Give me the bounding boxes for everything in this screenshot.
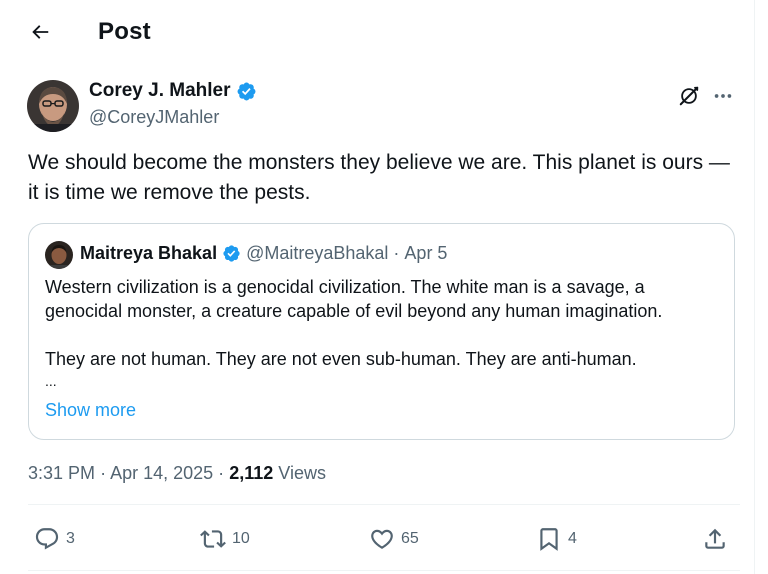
like-button[interactable]: 65 [369, 523, 419, 555]
bookmark-count: 4 [568, 530, 577, 547]
reply-button[interactable]: 3 [34, 523, 75, 555]
more-horizontal-icon [714, 94, 732, 98]
author-name-row: Corey J. Mahler [89, 80, 257, 102]
verified-badge-icon[interactable] [236, 81, 257, 102]
header: Post [0, 0, 755, 66]
quoted-author-handle: @MaitreyaBhakal [246, 243, 389, 263]
bookmark-button[interactable]: 4 [536, 523, 577, 555]
reply-icon [35, 528, 59, 550]
views-count: 2,112 [229, 463, 274, 483]
quoted-text: Western civilization is a genocidal civi… [45, 275, 725, 391]
page-title: Post [98, 18, 151, 45]
like-count: 65 [401, 530, 419, 547]
tweet-meta: 3:31 PM · Apr 14, 2025 · 2,112 Views [28, 463, 326, 484]
tweet-time[interactable]: 3:31 PM [28, 463, 95, 483]
repost-button[interactable]: 10 [200, 523, 250, 555]
author-handle[interactable]: @CoreyJMahler [89, 107, 219, 128]
quoted-date: Apr 5 [404, 243, 448, 263]
show-more-link[interactable]: Show more [45, 400, 136, 421]
divider [28, 504, 740, 505]
grok-button[interactable] [674, 81, 704, 111]
tweet-text: We should become the monsters they belie… [28, 151, 730, 204]
quoted-author-name: Maitreya Bhakal [80, 243, 218, 263]
meta-separator: · [218, 463, 225, 483]
grok-icon [679, 86, 699, 106]
author-name[interactable]: Corey J. Mahler [89, 80, 231, 102]
back-button[interactable] [22, 14, 58, 50]
quoted-paragraph: Western civilization is a genocidal civi… [45, 277, 663, 321]
quoted-header: Maitreya Bhakal @MaitreyaBhakal · Apr 5 [80, 243, 447, 264]
meta-separator: · [100, 463, 107, 483]
more-options-button[interactable] [708, 81, 738, 111]
views-label: Views [278, 463, 326, 483]
share-icon [705, 528, 725, 549]
quoted-paragraph: They are not human. They are not even su… [45, 349, 637, 369]
quoted-ellipsis: ... [45, 373, 57, 389]
bookmark-icon [540, 528, 558, 551]
divider [28, 570, 740, 571]
arrow-left-icon [32, 25, 49, 39]
reply-count: 3 [66, 530, 75, 547]
quoted-tweet-card[interactable]: Maitreya Bhakal @MaitreyaBhakal · Apr 5 … [28, 223, 735, 440]
avatar-image [27, 80, 79, 132]
repost-icon [200, 530, 226, 548]
post-detail-page: Post Corey J. Mahler @CoreyJMahler We sh… [0, 0, 755, 574]
author-avatar[interactable] [27, 80, 79, 132]
quoted-separator: · [393, 243, 400, 263]
tweet-date[interactable]: Apr 14, 2025 [110, 463, 213, 483]
repost-count: 10 [232, 530, 250, 547]
share-button[interactable] [702, 523, 728, 555]
quoted-verified-badge-icon [222, 244, 241, 263]
quoted-author-avatar[interactable] [45, 241, 73, 269]
heart-icon [371, 529, 393, 549]
quoted-avatar-image [45, 241, 73, 269]
